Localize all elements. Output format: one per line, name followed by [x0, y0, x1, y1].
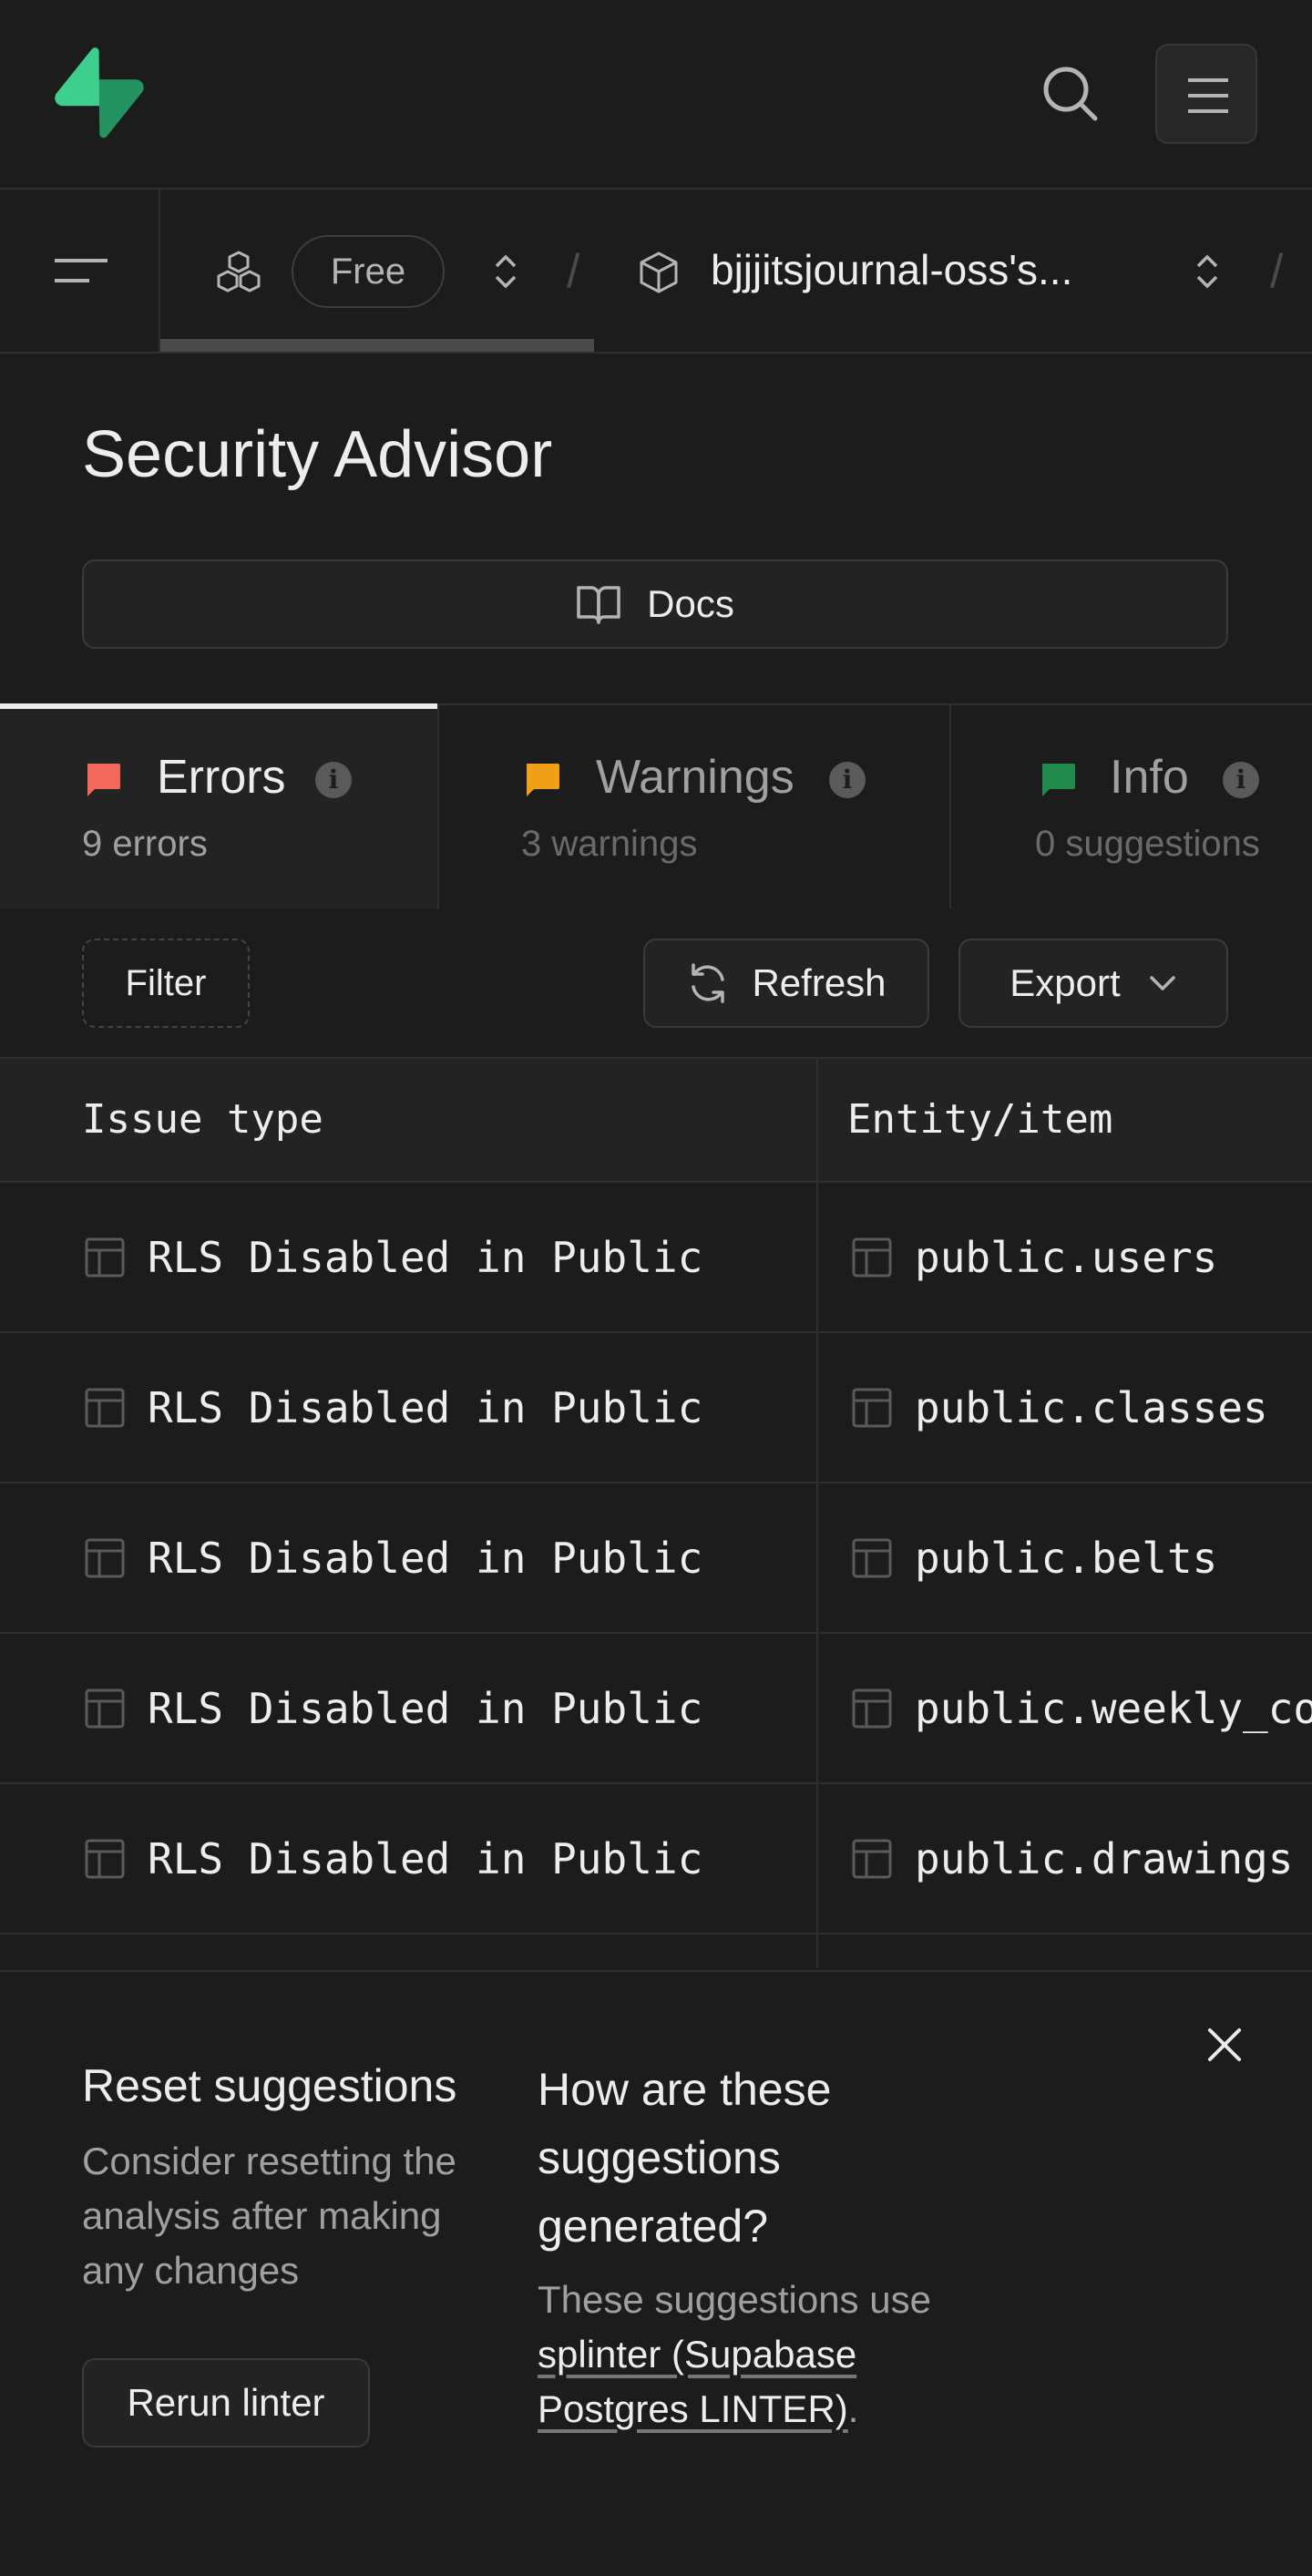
- entity-cell: public.classes: [851, 1333, 1268, 1482]
- table-icon: [852, 1688, 892, 1728]
- table-icon: [852, 1538, 892, 1577]
- entity-text: public.users: [915, 1232, 1218, 1282]
- entity-cell: public.weekly_commitments: [851, 1634, 1312, 1782]
- how-description-text: These suggestions use: [538, 2278, 931, 2321]
- breadcrumb-scrollbar[interactable]: [160, 339, 594, 352]
- sidebar-toggle-button[interactable]: [0, 190, 160, 352]
- issue-type-text: RLS Disabled in Public: [148, 1833, 703, 1883]
- entity-cell: public.users: [851, 1183, 1217, 1331]
- entity-cell: public.drawings: [851, 1784, 1293, 1933]
- issue-type-text: RLS Disabled in Public: [148, 1382, 703, 1432]
- issue-type-cell: RLS Disabled in Public: [84, 1333, 702, 1482]
- book-open-icon: [577, 586, 620, 624]
- table-header: Issue type Entity/item: [0, 1059, 1312, 1183]
- issue-type-text: RLS Disabled in Public: [148, 1533, 703, 1583]
- refresh-label: Refresh: [752, 961, 887, 1004]
- table-icon: [85, 1688, 125, 1728]
- docs-label: Docs: [647, 582, 734, 625]
- how-description-suffix: .: [847, 2387, 859, 2430]
- table-row[interactable]: [0, 1935, 1312, 1968]
- close-icon[interactable]: [1201, 2021, 1248, 2068]
- plan-badge[interactable]: Free: [292, 235, 445, 308]
- warnings-flag-icon: [527, 764, 559, 796]
- issues-table: Issue type Entity/item RLS Disabled in P…: [0, 1057, 1312, 1968]
- filter-button[interactable]: Filter: [82, 939, 250, 1028]
- how-title: How are these suggestions generated?: [538, 2064, 832, 2252]
- issue-type-text: RLS Disabled in Public: [148, 1232, 703, 1282]
- menu-button[interactable]: [1155, 44, 1257, 144]
- breadcrumb: Free / bjjjitsjournal-oss's... /: [0, 190, 1312, 354]
- tab-info-count: 0 suggestions: [1035, 824, 1260, 864]
- column-header-issue-type[interactable]: Issue type: [82, 1059, 323, 1181]
- box-icon: [640, 251, 678, 293]
- table-icon: [85, 1839, 125, 1878]
- tab-warnings-label: Warnings: [596, 751, 794, 804]
- table-row[interactable]: RLS Disabled in Public public.classes: [0, 1333, 1312, 1483]
- errors-flag-icon: [87, 764, 120, 796]
- chevron-updown-icon[interactable]: [1194, 250, 1221, 293]
- issue-type-cell: RLS Disabled in Public: [84, 1183, 702, 1331]
- refresh-button[interactable]: Refresh: [643, 939, 929, 1028]
- top-header: [0, 0, 1312, 190]
- tab-warnings[interactable]: Warnings i 3 warnings: [439, 705, 951, 909]
- page-title: Security Advisor: [82, 418, 553, 491]
- sidebar-toggle-icon: [55, 259, 108, 282]
- hamburger-menu-icon: [1188, 78, 1228, 113]
- info-flag-icon: [1042, 764, 1075, 796]
- supabase-logo[interactable]: [55, 47, 144, 139]
- export-button[interactable]: Export: [958, 939, 1228, 1028]
- table-icon: [85, 1237, 125, 1277]
- issue-type-text: RLS Disabled in Public: [148, 1683, 703, 1733]
- rerun-linter-button[interactable]: Rerun linter: [82, 2358, 370, 2448]
- chevron-down-icon: [1149, 976, 1175, 990]
- chevron-updown-icon[interactable]: [492, 250, 519, 293]
- entity-text: public.drawings: [915, 1833, 1294, 1883]
- severity-tabs: Errors i 9 errors Warnings i 3 warnings …: [0, 703, 1312, 909]
- tab-errors[interactable]: Errors i 9 errors: [0, 703, 439, 909]
- entity-cell: public.belts: [851, 1483, 1217, 1632]
- how-description: These suggestions use splinter (Supabase…: [538, 2273, 938, 2437]
- table-icon: [85, 1388, 125, 1427]
- suggestions-panel: Reset suggestions Consider resetting the…: [0, 1970, 1312, 2576]
- tab-info[interactable]: Info i 0 suggestions: [951, 705, 1312, 909]
- table-row[interactable]: RLS Disabled in Public public.belts: [0, 1483, 1312, 1634]
- table-row[interactable]: RLS Disabled in Public public.weekly_comm…: [0, 1634, 1312, 1784]
- issue-type-cell: RLS Disabled in Public: [84, 1483, 702, 1632]
- entity-text: public.weekly_commitments: [915, 1683, 1312, 1733]
- project-name[interactable]: bjjjitsjournal-oss's...: [711, 233, 1148, 306]
- tab-errors-count: 9 errors: [82, 824, 208, 864]
- column-header-entity[interactable]: Entity/item: [847, 1059, 1112, 1181]
- column-divider: [816, 1059, 818, 1968]
- table-row[interactable]: RLS Disabled in Public public.drawings: [0, 1784, 1312, 1935]
- breadcrumb-separator: /: [567, 245, 580, 298]
- table-row[interactable]: RLS Disabled in Public public.users: [0, 1183, 1312, 1333]
- export-label: Export: [1010, 961, 1121, 1004]
- refresh-icon: [692, 963, 725, 1003]
- reset-description: Consider resetting the analysis after ma…: [82, 2140, 456, 2292]
- issue-type-cell: RLS Disabled in Public: [84, 1634, 702, 1782]
- issue-type-cell: RLS Disabled in Public: [84, 1784, 702, 1933]
- boxes-icon: [217, 251, 261, 292]
- table-icon: [852, 1388, 892, 1427]
- search-icon[interactable]: [1037, 60, 1102, 126]
- tab-errors-label: Errors: [157, 751, 286, 804]
- breadcrumb-separator: /: [1270, 245, 1284, 298]
- splinter-link[interactable]: splinter (Supabase Postgres LINTER): [538, 2333, 856, 2430]
- info-icon[interactable]: i: [1223, 762, 1259, 798]
- tab-info-label: Info: [1110, 751, 1189, 804]
- entity-text: public.classes: [915, 1382, 1268, 1432]
- table-icon: [852, 1839, 892, 1878]
- table-icon: [852, 1237, 892, 1277]
- docs-button[interactable]: Docs: [82, 559, 1228, 649]
- tab-warnings-count: 3 warnings: [521, 824, 698, 864]
- info-icon[interactable]: i: [829, 762, 866, 798]
- info-icon[interactable]: i: [315, 762, 352, 798]
- entity-text: public.belts: [915, 1533, 1218, 1583]
- reset-title: Reset suggestions: [82, 2060, 457, 2111]
- table-icon: [85, 1538, 125, 1577]
